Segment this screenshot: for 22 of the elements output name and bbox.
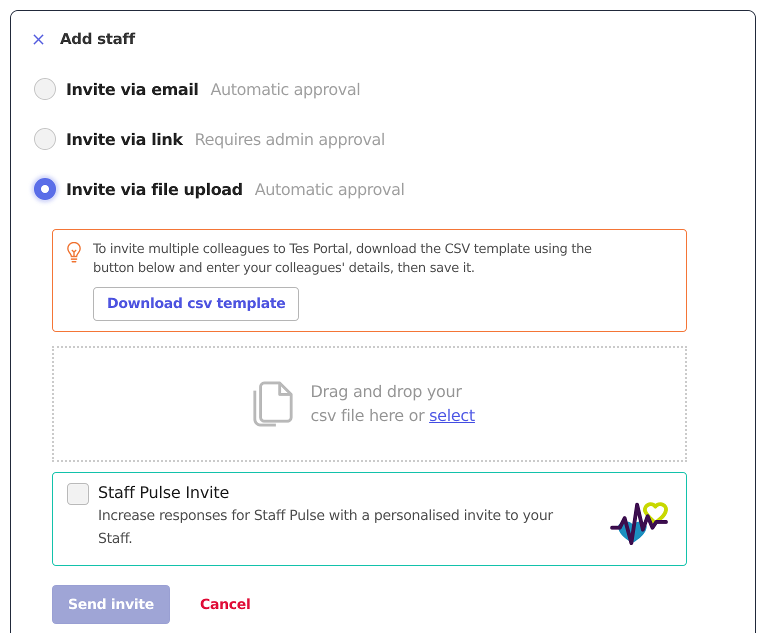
radio-button[interactable] — [34, 128, 56, 150]
download-template-button[interactable]: Download csv template — [93, 287, 300, 321]
lightbulb-icon — [67, 242, 81, 264]
dialog-title: Add staff — [60, 30, 135, 48]
close-icon[interactable] — [33, 34, 44, 44]
option-note: Automatic approval — [254, 180, 405, 198]
option-note: Automatic approval — [210, 80, 360, 98]
drop-zone[interactable]: Drag and drop your csv file here or select — [52, 346, 687, 462]
option-label[interactable]: Invite via email — [66, 80, 198, 98]
radio-button[interactable] — [34, 178, 56, 200]
drop-instructions: Drag and drop your csv file here or select — [310, 381, 476, 427]
pulse-description: Increase responses for Staff Pulse with a personalised invite to your Staff. — [98, 507, 554, 549]
cancel-button[interactable]: Cancel — [190, 588, 260, 620]
option-label[interactable]: Invite via file upload — [66, 180, 243, 198]
checkbox[interactable] — [67, 483, 89, 505]
pulse-title: Staff Pulse Invite — [98, 483, 230, 502]
info-text: To invite multiple colleagues to Tes Portal, download the CSV template using the button below and enter your colleagues' details, then save it. — [93, 241, 593, 278]
option-note: Requires admin approval — [194, 130, 385, 148]
files-icon — [250, 381, 294, 427]
select-link[interactable]: select — [429, 406, 475, 425]
radio-button[interactable] — [34, 78, 56, 100]
option-label[interactable]: Invite via link — [66, 130, 183, 148]
